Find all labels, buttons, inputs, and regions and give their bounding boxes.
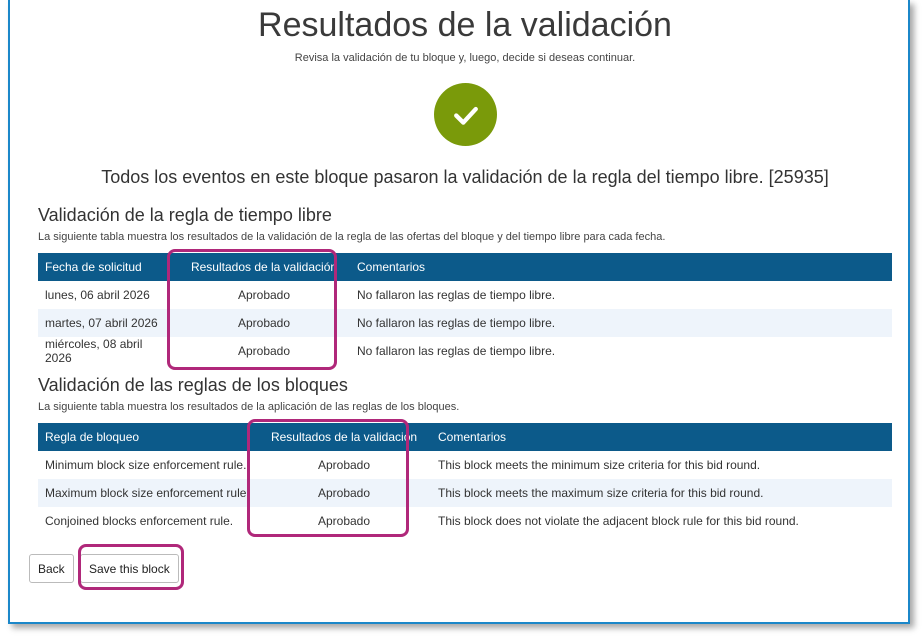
- page-title: Resultados de la validación: [258, 6, 672, 44]
- section-title-free-time: Validación de la regla de tiempo libre: [38, 205, 332, 225]
- checkmark-icon: [453, 106, 478, 125]
- request-date: miércoles, 08 abril 2026: [45, 337, 143, 365]
- table-row: Minimum block size enforcement rule. Apr…: [38, 451, 892, 479]
- highlight-annotation: [167, 249, 337, 370]
- page-frame: Resultados de la validación Revisa la va…: [8, 0, 910, 624]
- comment: No fallaron las reglas de tiempo libre.: [357, 344, 556, 358]
- table-row: Conjoined blocks enforcement rule. Aprob…: [38, 507, 892, 535]
- section-desc-block-rules: La siguiente tabla muestra los resultado…: [38, 401, 460, 413]
- comment: No fallaron las reglas de tiempo libre.: [350, 309, 892, 337]
- highlight-annotation: [247, 419, 409, 537]
- status-circle: [434, 83, 497, 146]
- column-header: Comentarios: [431, 423, 892, 451]
- block-rule: Conjoined blocks enforcement rule.: [45, 514, 234, 528]
- comment: No fallaron las reglas de tiempo libre.: [357, 288, 556, 302]
- column-header: Fecha de solicitud: [38, 253, 178, 281]
- block-rule: Maximum block size enforcement rule.: [38, 479, 257, 507]
- table-header-row: Regla de bloqueo Resultados de la valida…: [38, 423, 892, 451]
- table-row: Maximum block size enforcement rule. Apr…: [38, 479, 892, 507]
- section-title-block-rules: Validación de las reglas de los bloques: [38, 375, 348, 395]
- column-header: Comentarios: [350, 253, 892, 281]
- page-subtitle: Revisa la validación de tu bloque y, lue…: [294, 52, 636, 64]
- column-header: Regla de bloqueo: [38, 423, 257, 451]
- back-button[interactable]: Back: [29, 554, 74, 583]
- request-date: lunes, 06 abril 2026: [45, 288, 150, 302]
- section-desc-free-time: La siguiente tabla muestra los resultado…: [38, 231, 666, 243]
- comment: This block does not violate the adjacent…: [438, 514, 799, 528]
- highlight-annotation: [78, 544, 184, 590]
- request-date: martes, 07 abril 2026: [38, 309, 178, 337]
- block-rule: Minimum block size enforcement rule.: [45, 458, 247, 472]
- comment: This block meets the maximum size criter…: [431, 479, 892, 507]
- comment: This block meets the minimum size criter…: [438, 458, 761, 472]
- block-rules-table: Regla de bloqueo Resultados de la valida…: [38, 423, 892, 535]
- validation-message: Todos los eventos en este bloque pasaron…: [101, 167, 829, 187]
